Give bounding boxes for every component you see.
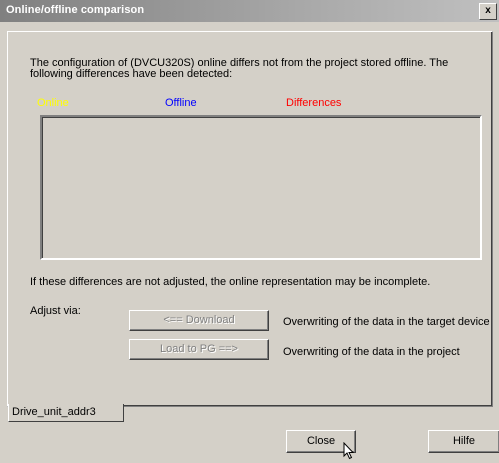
load-description: Overwriting of the data in the project	[283, 346, 460, 358]
differences-list[interactable]	[40, 115, 482, 260]
help-button[interactable]: Hilfe	[428, 430, 499, 453]
column-header-differences: Differences	[286, 97, 342, 109]
title-bar: Online/offline comparison x	[0, 0, 499, 22]
warning-text: If these differences are not adjusted, t…	[30, 276, 431, 288]
window-title: Online/offline comparison	[6, 4, 145, 16]
adjust-label: Adjust via:	[30, 305, 81, 317]
mouse-pointer-icon	[343, 441, 357, 463]
window-close-button[interactable]: x	[479, 3, 497, 20]
comparison-description: The configuration of (DVCU320S) online d…	[30, 57, 449, 80]
download-description: Overwriting of the data in the target de…	[283, 316, 490, 328]
download-button[interactable]: <== Download	[129, 310, 269, 331]
load-to-pg-button[interactable]: Load to PG ==>	[129, 339, 269, 360]
tab-drive-unit-addr3[interactable]: Drive_unit_addr3	[8, 404, 124, 422]
column-header-offline: Offline	[165, 97, 197, 109]
column-header-online: Online	[37, 97, 69, 109]
